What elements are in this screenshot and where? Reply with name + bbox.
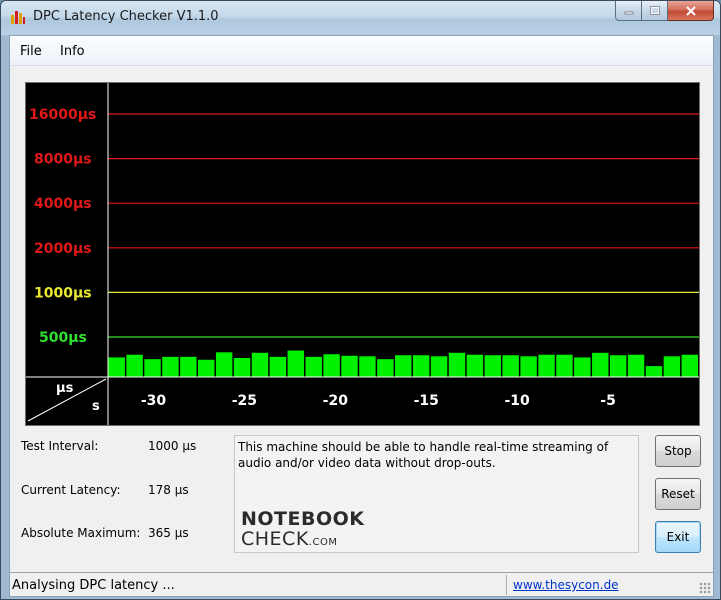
latency-bar bbox=[609, 355, 627, 377]
menu-file[interactable]: File bbox=[20, 44, 42, 59]
latency-bar bbox=[502, 355, 519, 377]
x-tick-label: -30 bbox=[141, 393, 167, 409]
title-bar[interactable]: DPC Latency Checker V1.1.0 bbox=[1, 1, 720, 35]
test-interval-value: 1000 µs bbox=[148, 439, 197, 453]
x-tick-label: -15 bbox=[414, 393, 439, 409]
latency-bar bbox=[323, 354, 340, 377]
reference-line-label: 2000µs bbox=[34, 241, 92, 257]
latency-bar bbox=[108, 357, 125, 377]
latency-bar bbox=[574, 357, 591, 377]
latency-bar bbox=[215, 352, 233, 377]
latency-bar bbox=[412, 355, 430, 377]
close-icon bbox=[685, 5, 696, 16]
app-window: DPC Latency Checker V1.1.0 File Info 160… bbox=[0, 0, 721, 600]
minimize-icon bbox=[624, 11, 633, 14]
latency-bar bbox=[627, 354, 645, 377]
menu-info[interactable]: Info bbox=[60, 44, 85, 59]
latency-bar bbox=[287, 350, 304, 377]
latency-bar bbox=[269, 356, 287, 377]
latency-bar bbox=[305, 356, 322, 377]
latency-bar bbox=[556, 354, 573, 377]
reference-line-label: 500µs bbox=[39, 330, 87, 346]
status-message: This machine should be able to handle re… bbox=[238, 440, 609, 470]
resize-grip[interactable] bbox=[699, 582, 711, 594]
latency-bar bbox=[377, 359, 394, 377]
latency-bar bbox=[538, 354, 555, 377]
window-title: DPC Latency Checker V1.1.0 bbox=[33, 9, 219, 24]
latency-bar bbox=[126, 354, 143, 377]
current-latency-label: Current Latency: bbox=[21, 483, 121, 497]
reference-line-label: 16000µs bbox=[29, 107, 96, 123]
absolute-maximum-value: 365 µs bbox=[148, 526, 189, 540]
latency-bar bbox=[395, 355, 412, 377]
status-text: Analysing DPC latency ... bbox=[12, 578, 175, 593]
latency-bar bbox=[180, 356, 197, 377]
status-message-box: This machine should be able to handle re… bbox=[234, 435, 639, 553]
reference-line-label: 8000µs bbox=[34, 152, 92, 168]
latency-bar bbox=[448, 352, 466, 377]
close-button[interactable] bbox=[668, 1, 714, 21]
x-tick-label: -5 bbox=[600, 393, 616, 409]
latency-bar bbox=[341, 355, 358, 377]
current-latency-value: 178 µs bbox=[148, 483, 189, 497]
latency-bar bbox=[251, 352, 269, 377]
notebookcheck-logo: NOTEBOOK CHECK.COM bbox=[241, 509, 365, 553]
status-bar: Analysing DPC latency ... www.thesycon.d… bbox=[10, 572, 713, 596]
client-area: File Info 16000µs 8000µs 4000µs 2000µs 1000µ… bbox=[9, 35, 714, 597]
test-interval-label: Test Interval: bbox=[21, 439, 99, 453]
latency-bar bbox=[359, 356, 376, 377]
website-link[interactable]: www.thesycon.de bbox=[513, 578, 619, 592]
x-axis-unit-label: s bbox=[92, 399, 100, 414]
latency-chart: 16000µs 8000µs 4000µs 2000µs 1000µs 500µs µs … bbox=[25, 82, 700, 426]
x-tick-label: -25 bbox=[232, 393, 257, 409]
stop-button[interactable]: Stop bbox=[655, 435, 701, 467]
latency-bar bbox=[681, 354, 698, 377]
logo-line1: NOTEBOOK bbox=[241, 508, 365, 530]
latency-bar bbox=[430, 356, 448, 377]
latency-bar bbox=[466, 354, 484, 377]
status-separator bbox=[506, 575, 507, 595]
exit-button[interactable]: Exit bbox=[655, 521, 701, 553]
latency-bar bbox=[162, 356, 179, 377]
reset-button[interactable]: Reset bbox=[655, 478, 701, 510]
minimize-button[interactable] bbox=[615, 1, 642, 21]
latency-bar bbox=[198, 359, 215, 377]
maximize-icon bbox=[649, 5, 660, 15]
latency-bar bbox=[592, 352, 609, 377]
y-axis-unit-label: µs bbox=[56, 381, 74, 396]
latency-chart-svg: 16000µs8000µs4000µs2000µs1000µs500µs µs … bbox=[26, 83, 699, 425]
logo-line2-suffix: .COM bbox=[308, 537, 338, 548]
absolute-maximum-label: Absolute Maximum: bbox=[21, 526, 141, 540]
maximize-button[interactable] bbox=[642, 1, 668, 21]
latency-bar bbox=[233, 357, 251, 377]
reference-line-label: 4000µs bbox=[34, 196, 92, 212]
latency-bar bbox=[484, 355, 501, 377]
menu-bar: File Info bbox=[10, 36, 713, 66]
x-tick-label: -10 bbox=[505, 393, 531, 409]
latency-bar bbox=[144, 359, 161, 377]
reference-line-label: 1000µs bbox=[34, 285, 92, 301]
app-bars-icon bbox=[11, 11, 25, 24]
logo-line2: CHECK bbox=[241, 528, 309, 550]
latency-bar bbox=[645, 366, 663, 377]
latency-bar bbox=[520, 356, 537, 377]
x-tick-label: -20 bbox=[323, 393, 349, 409]
latency-bar bbox=[663, 356, 681, 377]
